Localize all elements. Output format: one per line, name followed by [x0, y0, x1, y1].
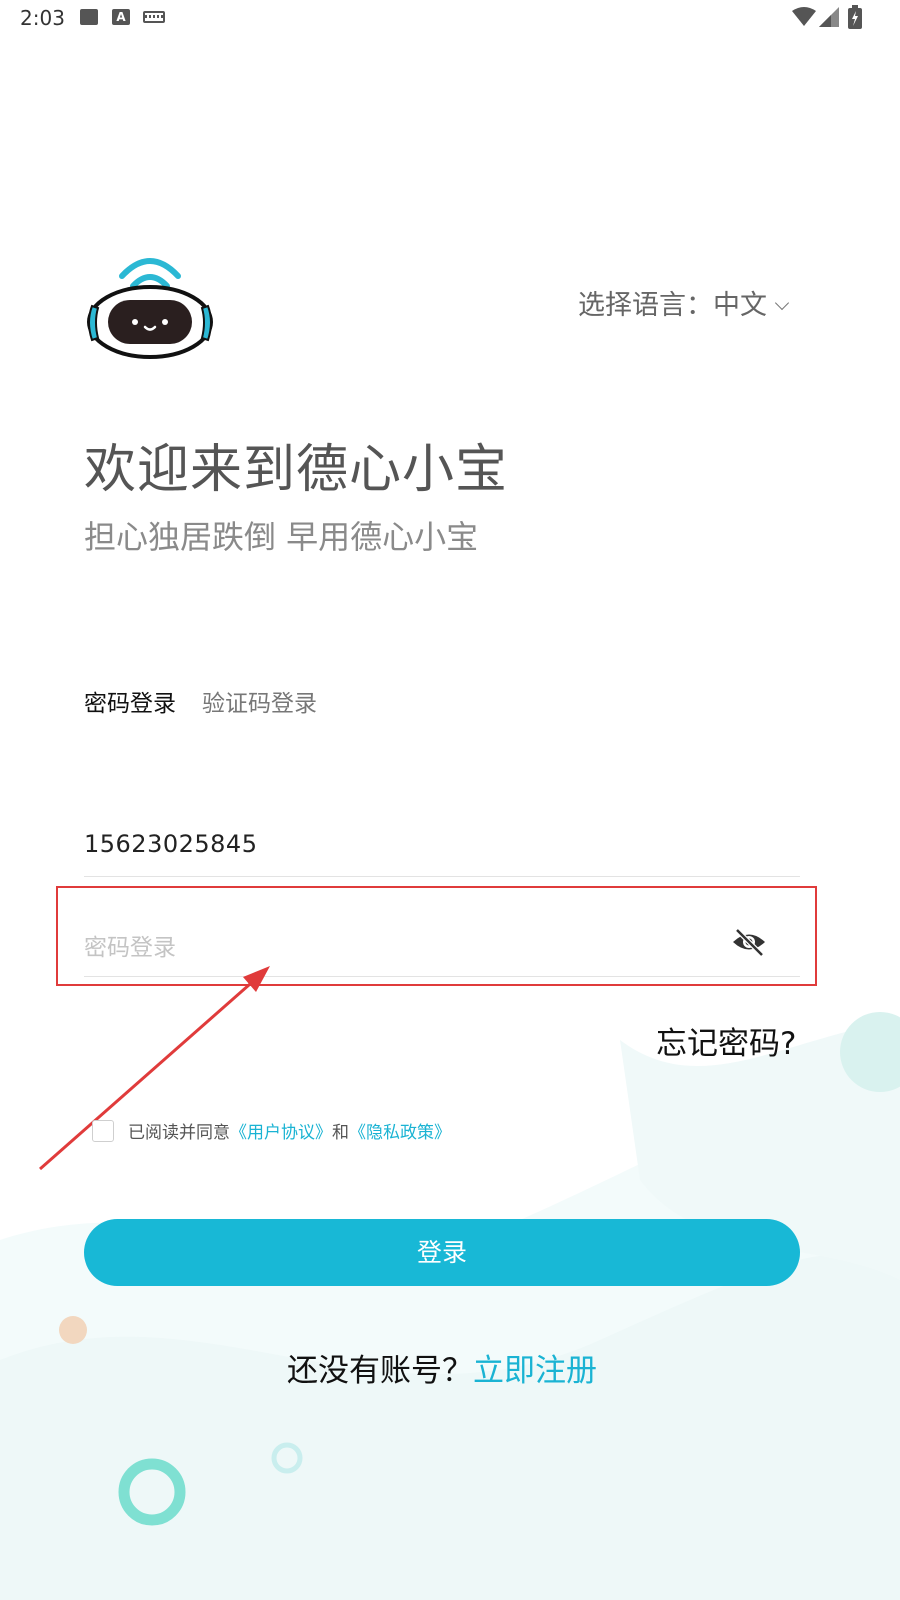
tab-code-login[interactable]: 验证码登录 — [202, 684, 317, 718]
user-agreement-link[interactable]: 《用户协议》 — [230, 1123, 332, 1143]
robot-logo — [87, 258, 213, 359]
register-row: 还没有账号？立即注册 — [0, 1345, 884, 1390]
page-subtitle: 担心独居跌倒 早用德心小宝 — [84, 518, 479, 556]
font-icon: A — [112, 9, 130, 25]
battery-icon — [848, 5, 862, 29]
signal-icon — [819, 7, 839, 27]
image-icon — [80, 9, 98, 25]
register-link[interactable]: 立即注册 — [473, 1353, 597, 1389]
language-label: 选择语言： — [578, 290, 713, 321]
language-selector[interactable]: 选择语言：中文 — [578, 283, 790, 322]
wifi-icon — [792, 7, 816, 26]
agreement-prefix: 已阅读并同意 — [128, 1123, 230, 1143]
annotation-arrow — [39, 966, 270, 1171]
login-button[interactable]: 登录 — [84, 1219, 800, 1286]
phone-divider — [84, 876, 800, 877]
phone-input[interactable]: 15623025845 — [84, 830, 257, 858]
status-time: 2:03 — [20, 6, 65, 30]
register-prompt: 还没有账号？ — [287, 1353, 473, 1389]
status-bar: 2:03 A — [0, 0, 900, 36]
tab-password-login[interactable]: 密码登录 — [84, 684, 176, 718]
agreement-checkbox[interactable] — [92, 1120, 114, 1142]
language-value: 中文 — [713, 290, 767, 321]
page-title: 欢迎来到德心小宝 — [84, 440, 509, 500]
keyboard-icon — [143, 11, 165, 23]
chevron-down-icon — [774, 295, 790, 311]
agreement-and: 和 — [332, 1123, 349, 1143]
privacy-policy-link[interactable]: 《隐私政策》 — [349, 1123, 451, 1143]
forgot-password-link[interactable]: 忘记密码? — [656, 1018, 796, 1063]
agreement-text: 已阅读并同意《用户协议》和《隐私政策》 — [128, 1118, 451, 1143]
